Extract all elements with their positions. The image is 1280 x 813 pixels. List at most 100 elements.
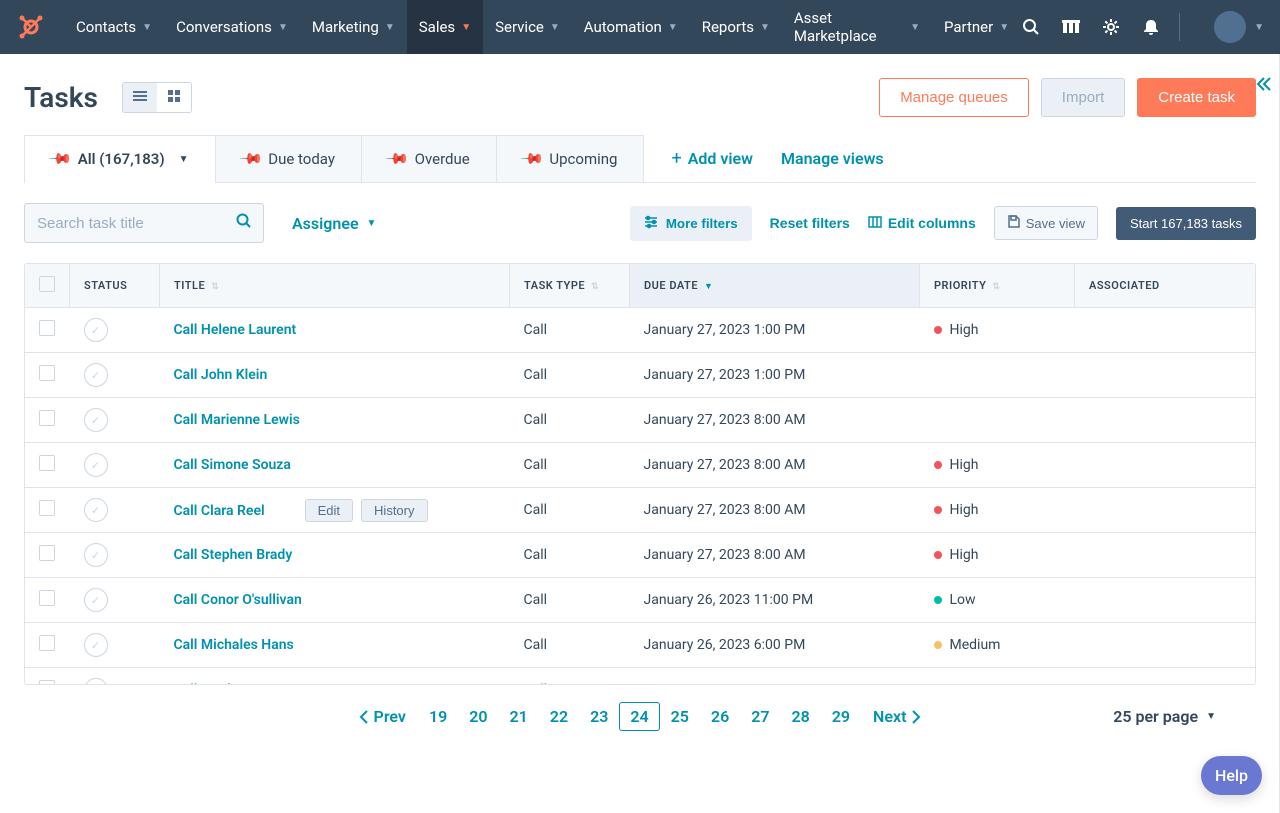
list-view-button[interactable] <box>123 83 157 112</box>
account-chevron-icon[interactable]: ▼ <box>1254 22 1264 33</box>
page-29[interactable]: 29 <box>821 702 861 731</box>
pagination: Prev 1920212223242526272829 Next 25 per … <box>24 685 1256 748</box>
task-title-link[interactable]: Call Helene Laurent <box>174 322 297 338</box>
due-date-cell: January 27, 2023 8:00 AM <box>630 488 920 533</box>
per-page-dropdown[interactable]: 25 per page ▼ <box>1113 707 1216 726</box>
column-header-status[interactable]: STATUS <box>70 264 160 308</box>
status-toggle[interactable]: ✓ <box>84 633 108 657</box>
page-24[interactable]: 24 <box>619 702 659 731</box>
status-toggle[interactable]: ✓ <box>84 318 108 342</box>
status-toggle[interactable]: ✓ <box>84 678 108 684</box>
bell-icon[interactable] <box>1141 17 1161 37</box>
page-23[interactable]: 23 <box>579 702 619 731</box>
task-title-link[interactable]: Call Stephen Brady <box>174 547 293 563</box>
row-checkbox[interactable] <box>39 545 55 561</box>
marketplace-icon[interactable] <box>1061 17 1081 37</box>
next-page-button[interactable]: Next <box>865 703 930 730</box>
nav-item-contacts[interactable]: Contacts▼ <box>64 0 164 54</box>
table-row: ✓ Call Conor O'sullivan Call January 26,… <box>25 578 1255 623</box>
page-20[interactable]: 20 <box>458 702 498 731</box>
task-title-link[interactable]: Call José Lopez <box>174 682 273 684</box>
chevron-down-icon: ▼ <box>179 154 189 165</box>
row-checkbox[interactable] <box>39 500 55 516</box>
task-title-link[interactable]: Call John Klein <box>174 367 268 383</box>
column-header-title[interactable]: TITLE⇅ <box>160 264 510 308</box>
row-checkbox[interactable] <box>39 680 55 684</box>
help-button[interactable]: Help <box>1201 756 1262 795</box>
tab-overdue[interactable]: 📌Overdue <box>361 135 497 182</box>
hubspot-logo[interactable] <box>16 12 46 42</box>
nav-item-service[interactable]: Service▼ <box>483 0 572 54</box>
row-checkbox[interactable] <box>39 365 55 381</box>
more-filters-button[interactable]: More filters <box>630 206 752 241</box>
table-row: ✓ Call Marienne Lewis Call January 27, 2… <box>25 398 1255 443</box>
avatar[interactable] <box>1214 11 1246 43</box>
edit-columns-button[interactable]: Edit columns <box>868 215 976 231</box>
task-type-cell: Call <box>510 578 630 623</box>
status-toggle[interactable]: ✓ <box>84 588 108 612</box>
row-checkbox[interactable] <box>39 590 55 606</box>
row-checkbox[interactable] <box>39 410 55 426</box>
save-view-button[interactable]: Save view <box>994 206 1098 240</box>
start-tasks-button[interactable]: Start 167,183 tasks <box>1116 207 1256 240</box>
search-icon[interactable] <box>236 213 252 233</box>
priority-cell: High <box>934 547 1061 563</box>
page-26[interactable]: 26 <box>700 702 740 731</box>
grid-view-button[interactable] <box>157 83 191 112</box>
nav-item-partner[interactable]: Partner▼ <box>932 0 1021 54</box>
task-title-link[interactable]: Call Clara Reel <box>174 503 265 519</box>
edit-row-button[interactable]: Edit <box>305 499 353 522</box>
column-header-associated[interactable]: ASSOCIATED <box>1075 264 1256 308</box>
column-header-task-type[interactable]: TASK TYPE⇅ <box>510 264 630 308</box>
chevron-down-icon: ▼ <box>461 22 471 33</box>
import-button[interactable]: Import <box>1041 78 1126 117</box>
priority-dot-icon <box>934 551 942 559</box>
page-25[interactable]: 25 <box>660 702 700 731</box>
column-header-due-date[interactable]: DUE DATE▼ <box>630 264 920 308</box>
status-toggle[interactable]: ✓ <box>84 543 108 567</box>
task-title-link[interactable]: Call Michales Hans <box>174 637 294 653</box>
tab-upcoming[interactable]: 📌Upcoming <box>496 135 645 182</box>
page-27[interactable]: 27 <box>740 702 780 731</box>
task-title-link[interactable]: Call Simone Souza <box>174 457 291 473</box>
due-date-cell: January 26, 2023 11:00 PM <box>630 578 920 623</box>
page-28[interactable]: 28 <box>780 702 820 731</box>
manage-queues-button[interactable]: Manage queues <box>879 78 1029 117</box>
nav-item-sales[interactable]: Sales▼ <box>407 0 483 54</box>
select-all-checkbox[interactable] <box>39 276 55 292</box>
search-icon[interactable] <box>1021 17 1041 37</box>
gear-icon[interactable] <box>1101 17 1121 37</box>
status-toggle[interactable]: ✓ <box>84 453 108 477</box>
status-toggle[interactable]: ✓ <box>84 363 108 387</box>
status-toggle[interactable]: ✓ <box>84 498 108 522</box>
page-19[interactable]: 19 <box>418 702 458 731</box>
collapse-sidebar-icon[interactable] <box>1244 66 1280 106</box>
task-type-cell: Call <box>510 398 630 443</box>
create-task-button[interactable]: Create task <box>1137 78 1256 117</box>
nav-item-asset-marketplace[interactable]: Asset Marketplace▼ <box>782 0 932 54</box>
task-title-link[interactable]: Call Marienne Lewis <box>174 412 300 428</box>
history-row-button[interactable]: History <box>361 499 427 522</box>
task-title-link[interactable]: Call Conor O'sullivan <box>174 592 302 608</box>
search-input[interactable] <box>37 215 236 232</box>
row-checkbox[interactable] <box>39 635 55 651</box>
priority-dot-icon <box>934 596 942 604</box>
add-view-button[interactable]: +Add view <box>671 148 752 169</box>
nav-item-automation[interactable]: Automation▼ <box>572 0 690 54</box>
nav-item-marketing[interactable]: Marketing▼ <box>300 0 407 54</box>
tab-all[interactable]: 📌All (167,183)▼ <box>24 135 216 182</box>
manage-views-button[interactable]: Manage views <box>781 149 884 168</box>
assignee-dropdown[interactable]: Assignee ▼ <box>292 214 376 233</box>
due-date-cell: January 26, 2023 2:00 PM <box>630 668 920 685</box>
page-22[interactable]: 22 <box>539 702 579 731</box>
status-toggle[interactable]: ✓ <box>84 408 108 432</box>
column-header-priority[interactable]: PRIORITY⇅ <box>920 264 1075 308</box>
tab-due[interactable]: 📌Due today <box>215 135 362 182</box>
page-21[interactable]: 21 <box>499 702 539 731</box>
row-checkbox[interactable] <box>39 455 55 471</box>
reset-filters-button[interactable]: Reset filters <box>770 215 850 231</box>
prev-page-button[interactable]: Prev <box>350 703 414 730</box>
row-checkbox[interactable] <box>39 320 55 336</box>
nav-item-conversations[interactable]: Conversations▼ <box>164 0 300 54</box>
nav-item-reports[interactable]: Reports▼ <box>690 0 782 54</box>
